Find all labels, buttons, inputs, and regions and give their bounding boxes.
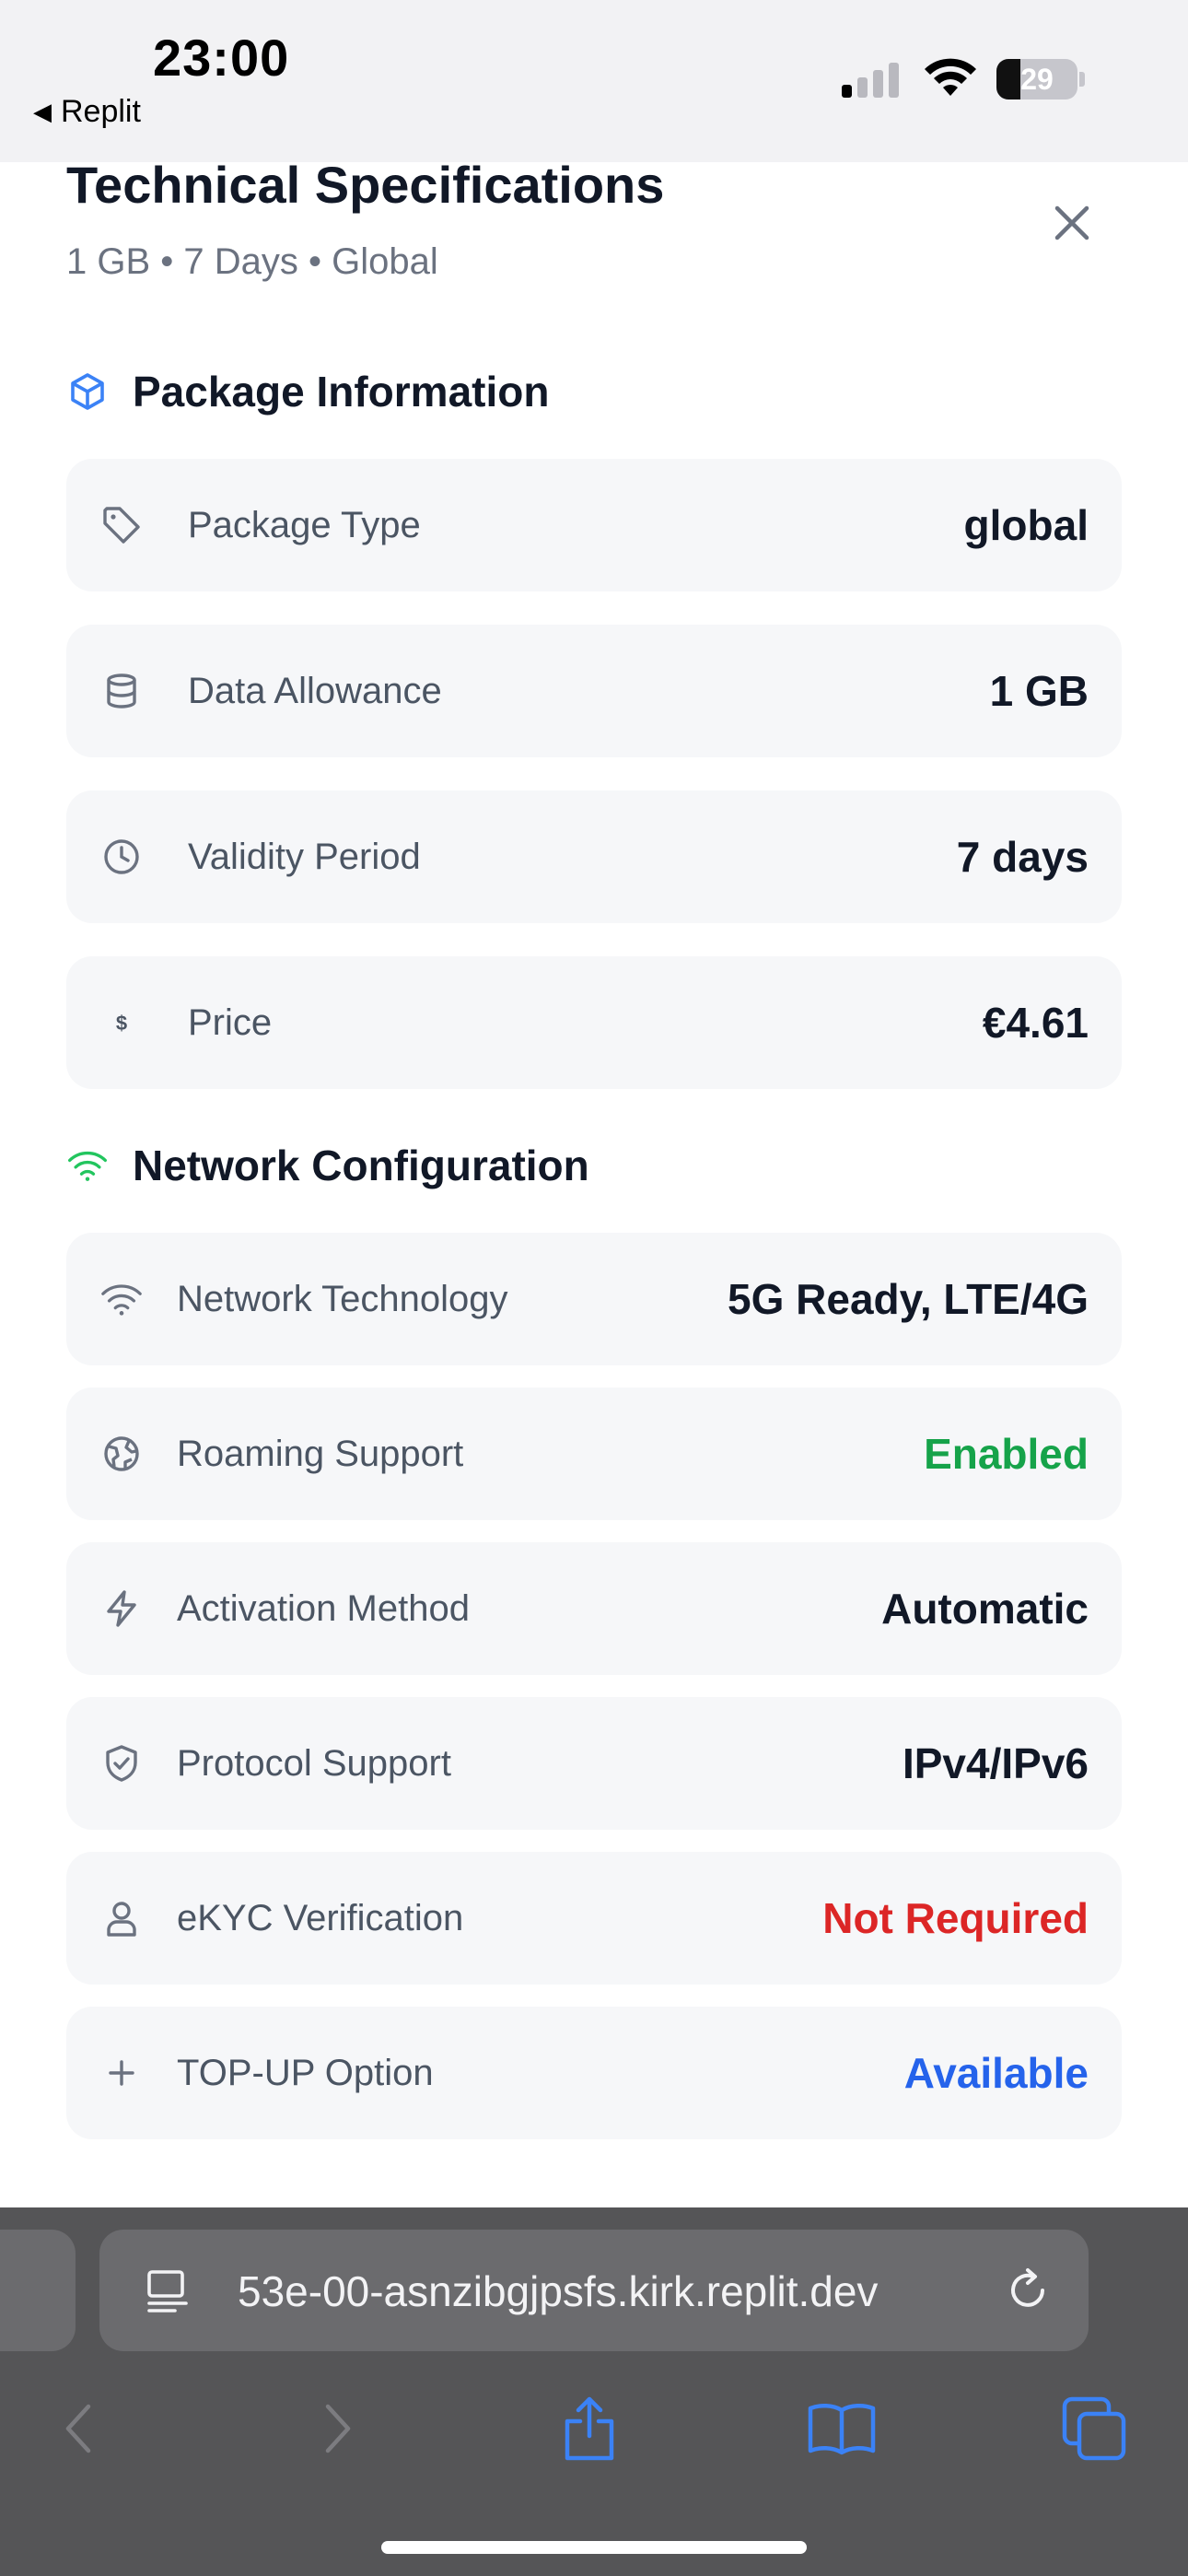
row-value: Available	[903, 2049, 1089, 2097]
address-bar[interactable]: 53e-00-asnzibgjpsfs.kirk.replit.dev	[99, 2230, 1089, 2351]
row-value: €4.61	[982, 999, 1089, 1047]
back-to-app-link[interactable]: ◀ Replit	[33, 94, 141, 130]
row-label: Network Technology	[177, 1278, 508, 1319]
tabs-button[interactable]	[1057, 2392, 1131, 2465]
globe-icon	[99, 1432, 144, 1476]
network-section-title: Network Configuration	[133, 1142, 589, 1189]
row-value: 5G Ready, LTE/4G	[728, 1275, 1089, 1323]
row-label: Activation Method	[177, 1587, 470, 1629]
package-type-row: Package Type global	[66, 459, 1122, 591]
back-app-label: Replit	[61, 94, 141, 129]
page-title: Technical Specifications	[66, 156, 665, 214]
row-label: Data Allowance	[188, 670, 442, 711]
battery-cap	[1079, 72, 1085, 87]
plus-icon	[99, 2051, 144, 2095]
battery-icon: 29	[996, 59, 1077, 100]
back-triangle-icon: ◀	[33, 98, 52, 125]
chevron-right-icon	[325, 2404, 351, 2453]
tag-icon	[99, 503, 144, 547]
roaming-support-row: Roaming Support Enabled	[66, 1388, 1122, 1520]
row-label: Price	[188, 1001, 273, 1043]
network-section-header: Network Configuration	[66, 1141, 589, 1190]
box-icon	[66, 370, 109, 413]
row-label: Protocol Support	[177, 1742, 451, 1784]
cellular-signal-icon	[842, 61, 899, 98]
package-section-title: Package Information	[133, 368, 550, 416]
share-button[interactable]	[553, 2392, 626, 2465]
ekyc-verification-row: eKYC Verification Not Required	[66, 1852, 1122, 1985]
bookmarks-button[interactable]	[805, 2392, 879, 2465]
activation-method-row: Activation Method Automatic	[66, 1542, 1122, 1675]
url-text[interactable]: 53e-00-asnzibgjpsfs.kirk.replit.dev	[238, 2266, 956, 2316]
svg-text:$: $	[116, 1012, 127, 1035]
book-icon	[808, 2404, 876, 2455]
close-icon	[1054, 205, 1089, 240]
row-value: global	[963, 501, 1089, 549]
page-menu-icon[interactable]	[144, 2266, 192, 2314]
database-icon	[99, 669, 144, 713]
forward-button[interactable]	[300, 2392, 374, 2465]
protocol-support-row: Protocol Support IPv4/IPv6	[66, 1697, 1122, 1830]
page: 23:00 ◀ Replit 29 Technical Specificatio…	[0, 0, 1188, 2576]
price-row: $ Price €4.61	[66, 956, 1122, 1089]
reload-icon[interactable]	[1002, 2265, 1054, 2316]
row-label: TOP-UP Option	[177, 2052, 434, 2093]
row-label: Validity Period	[188, 836, 421, 877]
data-allowance-row: Data Allowance 1 GB	[66, 625, 1122, 757]
row-value: 7 days	[956, 833, 1089, 881]
browser-toolbar: 53e-00-asnzibgjpsfs.kirk.replit.dev	[0, 2207, 1188, 2576]
home-indicator[interactable]	[381, 2541, 807, 2554]
back-button[interactable]	[42, 2392, 116, 2465]
user-icon	[99, 1896, 144, 1940]
validity-period-row: Validity Period 7 days	[66, 790, 1122, 923]
row-value: 1 GB	[989, 667, 1089, 715]
share-icon	[565, 2396, 614, 2461]
row-value: Not Required	[822, 1894, 1089, 1942]
row-value: Enabled	[924, 1430, 1089, 1478]
package-section-header: Package Information	[66, 367, 549, 416]
close-button[interactable]	[1042, 193, 1101, 252]
tabs-icon	[1062, 2396, 1126, 2461]
battery-percent: 29	[1020, 62, 1054, 96]
row-label: Roaming Support	[177, 1433, 464, 1474]
wifi-icon	[66, 1144, 109, 1187]
network-technology-row: Network Technology 5G Ready, LTE/4G	[66, 1233, 1122, 1365]
chevron-left-icon	[65, 2404, 91, 2453]
topup-option-row: TOP-UP Option Available	[66, 2007, 1122, 2139]
previous-tab-preview[interactable]	[0, 2230, 76, 2351]
wifi-status-icon	[925, 58, 976, 96]
row-label: eKYC Verification	[177, 1897, 464, 1938]
wifi-icon	[99, 1277, 144, 1321]
shield-check-icon	[99, 1741, 144, 1786]
row-value: IPv4/IPv6	[902, 1739, 1089, 1787]
status-bar: 23:00 ◀ Replit 29	[0, 0, 1188, 162]
dollar-icon: $	[99, 1001, 144, 1045]
clock-icon	[99, 835, 144, 879]
row-label: Package Type	[188, 504, 421, 545]
status-time: 23:00	[153, 29, 290, 87]
row-value: Automatic	[881, 1585, 1089, 1633]
bolt-icon	[99, 1587, 144, 1631]
page-subtitle: 1 GB • 7 Days • Global	[66, 241, 438, 282]
